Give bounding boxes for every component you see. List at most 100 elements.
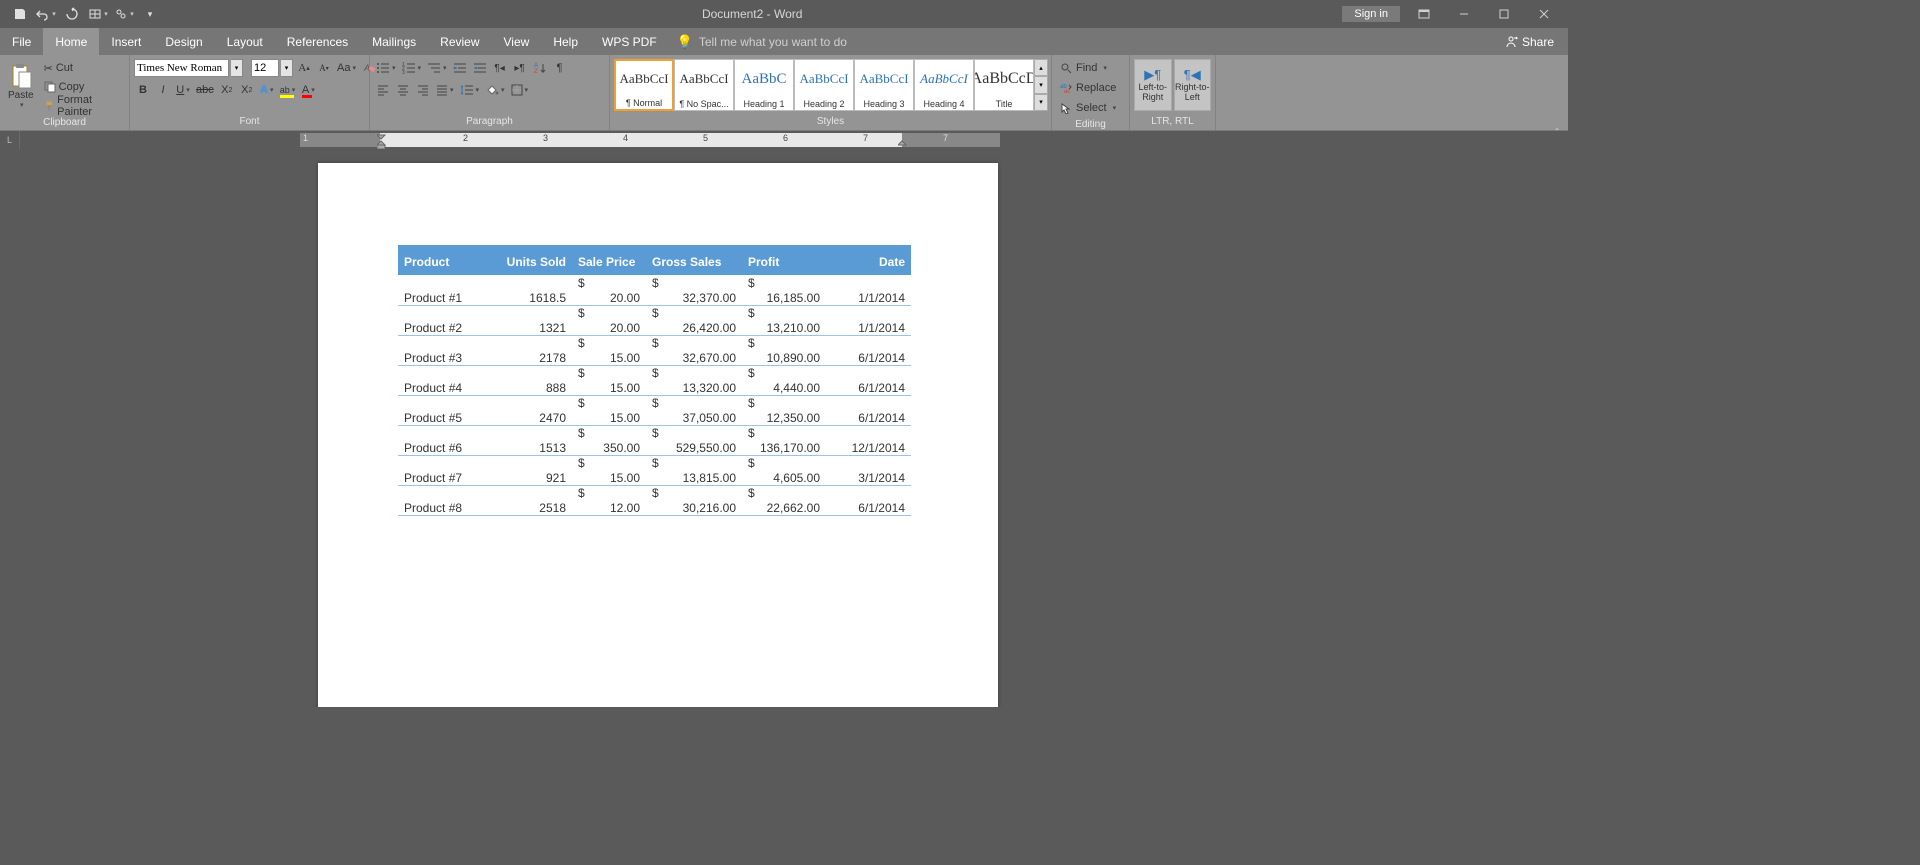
numbering-button[interactable]: 123▾ (400, 59, 424, 77)
cell-date[interactable]: 1/1/2014 (826, 306, 911, 336)
find-button[interactable]: Find▾ (1056, 59, 1111, 77)
justify-button[interactable]: ▾ (434, 81, 456, 99)
cell-gross[interactable]: $13,815.00 (646, 456, 742, 486)
grow-font-button[interactable]: A▴ (295, 59, 313, 77)
cell-price[interactable]: $20.00 (572, 306, 646, 336)
tab-help[interactable]: Help (541, 28, 590, 55)
redo-button[interactable] (60, 2, 84, 26)
cell-product[interactable]: Product #7 (398, 456, 494, 486)
tab-design[interactable]: Design (153, 28, 214, 55)
table-header-price[interactable]: Sale Price (572, 245, 646, 276)
tab-wps-pdf[interactable]: WPS PDF (590, 28, 669, 55)
italic-button[interactable]: I (154, 81, 172, 99)
borders-button[interactable]: ▾ (509, 81, 531, 99)
style-no-spacing[interactable]: AaBbCcI¶ No Spac... (674, 59, 734, 111)
share-button[interactable]: Share (1490, 28, 1568, 55)
cell-price[interactable]: $20.00 (572, 276, 646, 306)
table-header-product[interactable]: Product (398, 245, 494, 276)
replace-button[interactable]: abacReplace (1056, 79, 1120, 97)
tab-home[interactable]: Home (43, 28, 99, 55)
cell-profit[interactable]: $22,662.00 (742, 486, 826, 516)
cell-gross[interactable]: $30,216.00 (646, 486, 742, 516)
format-painter-button[interactable]: Format Painter (40, 97, 125, 115)
cell-date[interactable]: 3/1/2014 (826, 456, 911, 486)
draw-table-button[interactable]: ▾ (86, 2, 110, 26)
cut-button[interactable]: ✂ Cut (40, 59, 125, 77)
styles-scroll-down[interactable]: ▾ (1034, 76, 1048, 93)
close-button[interactable] (1528, 2, 1560, 26)
bullets-button[interactable]: ▾ (374, 59, 398, 77)
cell-units[interactable]: 1321 (494, 306, 572, 336)
style-title[interactable]: AaBbCcDTitle (974, 59, 1034, 111)
cell-units[interactable]: 888 (494, 366, 572, 396)
cell-price[interactable]: $12.00 (572, 486, 646, 516)
table-row[interactable]: Product #11618.5$20.00$32,370.00$16,185.… (398, 276, 911, 306)
cell-price[interactable]: $15.00 (572, 396, 646, 426)
text-effects-button[interactable]: A▾ (258, 81, 276, 99)
horizontal-ruler[interactable]: L 1 2 3 4 5 6 7 7 (0, 131, 1568, 149)
highlight-button[interactable]: ab▾ (278, 81, 298, 99)
superscript-button[interactable]: X2 (238, 81, 256, 99)
tab-selector[interactable]: L (0, 131, 20, 149)
cell-date[interactable]: 6/1/2014 (826, 486, 911, 516)
cell-profit[interactable]: $10,890.00 (742, 336, 826, 366)
style-heading2[interactable]: AaBbCcIHeading 2 (794, 59, 854, 111)
cell-product[interactable]: Product #2 (398, 306, 494, 336)
tab-view[interactable]: View (492, 28, 542, 55)
subscript-button[interactable]: X2 (218, 81, 236, 99)
cell-gross[interactable]: $529,550.00 (646, 426, 742, 456)
change-case-button[interactable]: Aa▾ (335, 59, 358, 77)
decrease-indent-button[interactable] (451, 59, 469, 77)
style-heading3[interactable]: AaBbCcIHeading 3 (854, 59, 914, 111)
tab-insert[interactable]: Insert (99, 28, 153, 55)
font-color-button[interactable]: A▾ (299, 81, 317, 99)
show-marks-button[interactable]: ¶ (551, 59, 569, 77)
font-name-combo[interactable]: Times New Roman (134, 59, 229, 77)
signin-button[interactable]: Sign in (1342, 6, 1400, 22)
line-spacing-button[interactable]: ▾ (458, 81, 482, 99)
table-row[interactable]: Product #61513$350.00$529,550.00$136,170… (398, 426, 911, 456)
strikethrough-button[interactable]: abc (194, 81, 216, 99)
document-area[interactable]: 1 1 2 3 4 Product Units Sold Sale Price … (20, 149, 1554, 707)
undo-button[interactable]: ▾ (34, 2, 58, 26)
align-right-button[interactable] (414, 81, 432, 99)
sort-button[interactable]: AZ (531, 59, 549, 77)
cell-profit[interactable]: $13,210.00 (742, 306, 826, 336)
cell-date[interactable]: 12/1/2014 (826, 426, 911, 456)
cell-units[interactable]: 2178 (494, 336, 572, 366)
tab-layout[interactable]: Layout (215, 28, 275, 55)
underline-button[interactable]: U▾ (174, 81, 192, 99)
table-header-gross[interactable]: Gross Sales (646, 245, 742, 276)
right-indent-marker[interactable] (898, 139, 908, 149)
minimize-button[interactable] (1448, 2, 1480, 26)
cell-date[interactable]: 6/1/2014 (826, 336, 911, 366)
touch-mode-button[interactable]: ▾ (112, 2, 136, 26)
rtl-button[interactable]: ¶◀Right-to-Left (1174, 59, 1212, 111)
cell-units[interactable]: 921 (494, 456, 572, 486)
table-header-date[interactable]: Date (826, 245, 911, 276)
cell-gross[interactable]: $13,320.00 (646, 366, 742, 396)
save-button[interactable] (8, 2, 32, 26)
ribbon-display-options-button[interactable] (1408, 2, 1440, 26)
cell-price[interactable]: $350.00 (572, 426, 646, 456)
cell-gross[interactable]: $37,050.00 (646, 396, 742, 426)
tab-file[interactable]: File (0, 28, 43, 55)
increase-indent-button[interactable] (471, 59, 489, 77)
data-table[interactable]: Product Units Sold Sale Price Gross Sale… (398, 245, 911, 516)
tab-references[interactable]: References (275, 28, 360, 55)
cell-product[interactable]: Product #1 (398, 276, 494, 306)
cell-price[interactable]: $15.00 (572, 366, 646, 396)
cell-product[interactable]: Product #4 (398, 366, 494, 396)
cell-profit[interactable]: $16,185.00 (742, 276, 826, 306)
font-name-dropdown[interactable]: ▾ (231, 59, 243, 77)
rtl-direction-button[interactable]: ▸¶ (511, 59, 529, 77)
cell-date[interactable]: 6/1/2014 (826, 366, 911, 396)
align-center-button[interactable] (394, 81, 412, 99)
shading-button[interactable]: ▾ (483, 81, 507, 99)
cell-price[interactable]: $15.00 (572, 456, 646, 486)
ltr-button[interactable]: ▶¶Left-to-Right (1134, 59, 1172, 111)
style-heading1[interactable]: AaBbCHeading 1 (734, 59, 794, 111)
table-row[interactable]: Product #82518$12.00$30,216.00$22,662.00… (398, 486, 911, 516)
cell-units[interactable]: 2518 (494, 486, 572, 516)
table-row[interactable]: Product #21321$20.00$26,420.00$13,210.00… (398, 306, 911, 336)
